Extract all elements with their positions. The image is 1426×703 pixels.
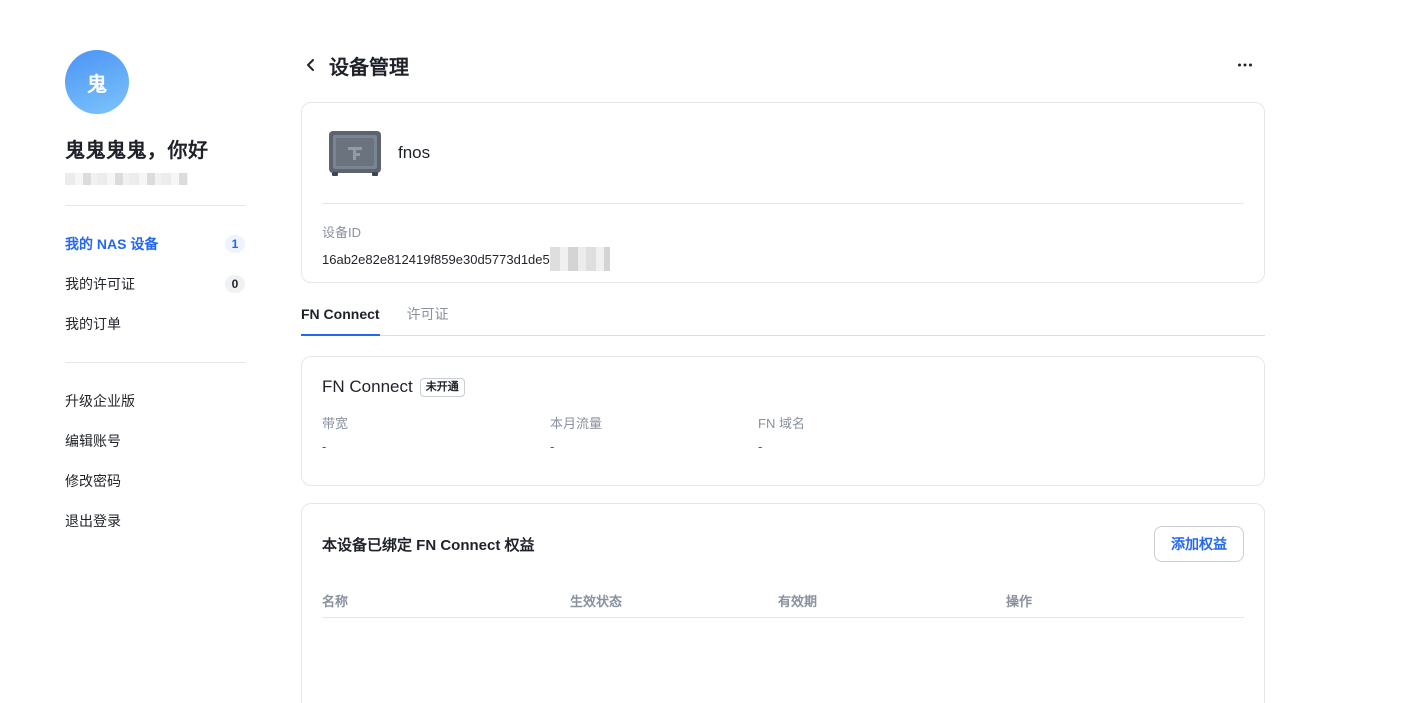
sidebar-item-orders[interactable]: 我的订单 — [65, 304, 245, 344]
sidebar-item-label: 编辑账号 — [65, 433, 121, 449]
rights-card: 本设备已绑定 FN Connect 权益 添加权益 名称 生效状态 有效期 操作 — [301, 503, 1265, 703]
sidebar-item-label: 升级企业版 — [65, 393, 135, 409]
back-button[interactable] — [301, 55, 321, 75]
device-id-value: 16ab2e82e812419f859e30d5773d1de5 — [322, 251, 550, 267]
stat-value: - — [758, 439, 763, 454]
stat-monthly-traffic: 本月流量 - — [550, 413, 758, 454]
sidebar-item-label: 我的订单 — [65, 316, 121, 332]
stat-label: FN 域名 — [758, 416, 805, 431]
chevron-left-icon — [307, 59, 314, 71]
sidebar-item-label: 修改密码 — [65, 473, 121, 489]
tab-license[interactable]: 许可证 — [407, 293, 449, 335]
tab-fn-connect[interactable]: FN Connect — [301, 293, 380, 336]
tab-bar: FN Connect 许可证 — [301, 293, 1265, 336]
column-header-actions: 操作 — [1006, 594, 1033, 609]
device-header: fnos — [322, 103, 1244, 204]
fn-connect-card: FN Connect 未开通 带宽 - 本月流量 - FN 域名 - — [301, 356, 1265, 486]
avatar[interactable]: 鬼 — [65, 50, 129, 114]
sidebar-item-label: 我的许可证 — [65, 276, 135, 292]
stat-value: - — [322, 439, 327, 454]
main-content: 设备管理 fnos 设备ID 16ab2e82e812419f859e30d57 — [301, 50, 1265, 703]
stat-value: - — [550, 439, 555, 454]
sidebar-item-licenses[interactable]: 我的许可证 0 — [65, 264, 245, 304]
status-badge: 未开通 — [419, 377, 465, 397]
device-id-row: 16ab2e82e812419f859e30d5773d1de5 — [322, 247, 1244, 271]
logout-link[interactable]: 退出登录 — [65, 501, 245, 541]
masked-account-info — [65, 173, 188, 185]
more-button[interactable] — [1235, 55, 1255, 75]
stat-fn-domain: FN 域名 - — [758, 413, 958, 454]
sidebar-divider — [65, 362, 245, 363]
user-greeting: 鬼鬼鬼鬼，你好 — [65, 140, 209, 162]
upgrade-enterprise-link[interactable]: 升级企业版 — [65, 381, 245, 421]
rights-title: 本设备已绑定 FN Connect 权益 — [322, 536, 535, 554]
sidebar-nav: 我的 NAS 设备 1 我的许可证 0 我的订单 — [65, 224, 245, 344]
page-header: 设备管理 — [301, 50, 1265, 80]
sidebar-divider — [65, 205, 245, 206]
rights-header: 本设备已绑定 FN Connect 权益 添加权益 — [322, 504, 1244, 584]
edit-account-link[interactable]: 编辑账号 — [65, 421, 245, 461]
rights-table-header: 名称 生效状态 有效期 操作 — [322, 584, 1244, 618]
stat-label: 本月流量 — [550, 416, 603, 431]
fn-connect-title-row: FN Connect 未开通 — [322, 377, 1244, 397]
column-header-validity: 有效期 — [778, 594, 818, 609]
device-id-label: 设备ID — [322, 225, 362, 240]
device-card: fnos 设备ID 16ab2e82e812419f859e30d5773d1d… — [301, 102, 1265, 283]
sidebar-item-label: 退出登录 — [65, 513, 121, 529]
sidebar-item-label: 我的 NAS 设备 — [65, 236, 159, 252]
device-name: fnos — [398, 143, 431, 162]
avatar-text: 鬼 — [87, 73, 107, 96]
masked-id-suffix — [549, 247, 610, 271]
fn-connect-title: FN Connect — [322, 377, 413, 396]
fn-connect-stats: 带宽 - 本月流量 - FN 域名 - — [322, 413, 1244, 454]
more-horizontal-icon — [1238, 63, 1252, 67]
page-title: 设备管理 — [329, 56, 409, 79]
sidebar: 鬼 鬼鬼鬼鬼，你好 我的 NAS 设备 1 我的许可证 0 我的订单 升级企业版… — [65, 50, 245, 541]
stat-label: 带宽 — [322, 416, 349, 431]
stat-bandwidth: 带宽 - — [322, 413, 550, 454]
count-badge: 1 — [225, 235, 245, 253]
column-header-status: 生效状态 — [570, 594, 623, 609]
change-password-link[interactable]: 修改密码 — [65, 461, 245, 501]
column-header-name: 名称 — [322, 594, 349, 609]
add-rights-button[interactable]: 添加权益 — [1154, 526, 1244, 562]
count-badge: 0 — [225, 275, 245, 293]
sidebar-item-nas-devices[interactable]: 我的 NAS 设备 1 — [65, 224, 245, 264]
account-actions: 升级企业版 编辑账号 修改密码 退出登录 — [65, 381, 245, 541]
nas-device-icon — [329, 131, 381, 176]
